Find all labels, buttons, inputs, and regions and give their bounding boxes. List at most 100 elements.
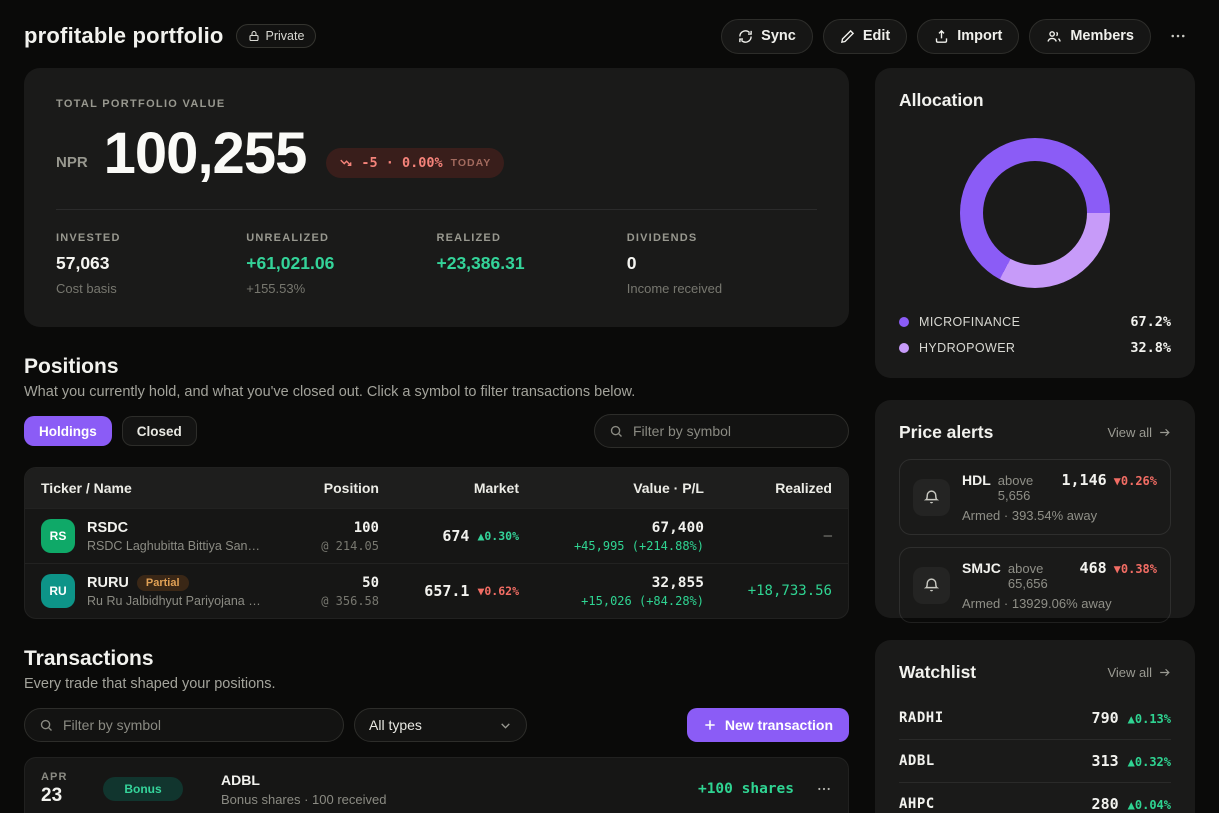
alert-ticker: HDL: [962, 472, 991, 488]
price-alert-hdl[interactable]: HDL above 5,656 1,146 ▼0.26% Armed · 393…: [899, 459, 1171, 535]
transaction-ticker: ADBL: [221, 772, 698, 788]
import-button[interactable]: Import: [917, 19, 1019, 54]
stat-invested: INVESTED 57,063 Cost basis: [56, 232, 246, 296]
new-transaction-button[interactable]: New transaction: [687, 708, 849, 742]
price-alerts-view-all[interactable]: View all: [1107, 425, 1171, 440]
edit-button[interactable]: Edit: [823, 19, 907, 54]
ellipsis-icon: [1169, 27, 1187, 45]
watch-ticker: ADBL: [899, 753, 935, 769]
price-alerts-title: Price alerts: [899, 422, 993, 443]
alert-price: 1,146: [1061, 471, 1106, 489]
tab-holdings[interactable]: Holdings: [24, 416, 112, 446]
stat-value: 57,063: [56, 253, 246, 274]
hero-divider: [56, 209, 817, 210]
summary-stats: INVESTED 57,063 Cost basis UNREALIZED +6…: [56, 232, 817, 296]
positions-table: Ticker / Name Position Market Value · P/…: [24, 467, 849, 619]
transactions-title: Transactions: [24, 647, 849, 671]
position-qty: 100: [274, 520, 379, 536]
members-label: Members: [1070, 28, 1134, 44]
right-sidebar: Allocation MICROFINANCE 67.2% HYDROPOWER…: [875, 68, 1195, 813]
price-alert-smjc[interactable]: SMJC above 65,656 468 ▼0.38% Armed · 139…: [899, 547, 1171, 623]
portfolio-page: profitable portfolio Private Sync Edit: [0, 0, 1219, 813]
more-menu-button[interactable]: [1161, 27, 1195, 45]
tab-closed[interactable]: Closed: [122, 416, 197, 446]
alert-condition: above 5,656: [998, 473, 1055, 503]
chevron-down-icon: [499, 719, 512, 732]
sync-icon: [738, 29, 753, 44]
ticker-symbol[interactable]: RSDC: [87, 520, 128, 536]
arrow-right-icon: [1158, 426, 1171, 439]
ellipsis-icon: [816, 781, 832, 797]
market-change: ▲0.30%: [477, 529, 519, 543]
watchlist-row-radhi[interactable]: RADHI 790 ▲0.13%: [899, 697, 1171, 739]
watch-ticker: AHPC: [899, 796, 935, 812]
ticker-avatar: RU: [41, 574, 75, 608]
view-all-label: View all: [1107, 425, 1152, 440]
market-price: 674: [442, 527, 469, 545]
col-value-pl: Value · P/L: [529, 480, 704, 496]
plus-icon: [703, 718, 717, 732]
legend-label: MICROFINANCE: [919, 315, 1020, 329]
edit-label: Edit: [863, 28, 890, 44]
watch-change: ▲0.04%: [1128, 798, 1171, 812]
type-filter-select[interactable]: All types: [354, 708, 527, 742]
transaction-amount: +100 shares: [698, 781, 794, 797]
watchlist-row-adbl[interactable]: ADBL 313 ▲0.32%: [899, 739, 1171, 782]
watch-change: ▲0.13%: [1128, 712, 1171, 726]
main-column: TOTAL PORTFOLIO VALUE NPR 100,255 -5 · 0…: [24, 68, 849, 813]
sync-label: Sync: [761, 28, 796, 44]
positions-subtitle: What you currently hold, and what you've…: [24, 384, 849, 400]
portfolio-summary-card: TOTAL PORTFOLIO VALUE NPR 100,255 -5 · 0…: [24, 68, 849, 327]
position-row-rsdc[interactable]: RS RSDC RSDC Laghubitta Bittiya Sanstha …: [25, 508, 848, 563]
trend-down-icon: [339, 157, 353, 169]
stat-value: +23,386.31: [437, 253, 627, 274]
alert-change: ▼0.26%: [1114, 474, 1157, 488]
transaction-row[interactable]: APR 23 Bonus ADBL Bonus shares · 100 rec…: [25, 758, 848, 813]
watch-price: 790: [1092, 709, 1119, 727]
position-value: 67,400: [529, 520, 704, 536]
stat-label: INVESTED: [56, 232, 246, 244]
transactions-section-header: Transactions Every trade that shaped you…: [24, 647, 849, 692]
positions-title: Positions: [24, 355, 849, 379]
alert-ticker: SMJC: [962, 560, 1001, 576]
arrow-right-icon: [1158, 666, 1171, 679]
transaction-menu-button[interactable]: [816, 781, 832, 797]
positions-controls: Holdings Closed: [24, 414, 849, 448]
stat-value: 0: [627, 253, 817, 274]
watchlist-view-all[interactable]: View all: [1107, 665, 1171, 680]
top-bar: profitable portfolio Private Sync Edit: [24, 0, 1195, 68]
new-transaction-label: New transaction: [725, 717, 833, 733]
transaction-info: ADBL Bonus shares · 100 received: [221, 772, 698, 807]
ticker-avatar: RS: [41, 519, 75, 553]
position-pl: +45,995 (+214.88%): [529, 539, 704, 553]
ticker-symbol[interactable]: RURU: [87, 575, 129, 591]
stat-label: REALIZED: [437, 232, 627, 244]
stat-realized: REALIZED +23,386.31: [437, 232, 627, 296]
view-all-label: View all: [1107, 665, 1152, 680]
legend-value: 67.2%: [1130, 314, 1171, 330]
sync-button[interactable]: Sync: [721, 19, 813, 54]
position-row-ruru[interactable]: RU RURU Partial Ru Ru Jalbidhyut Pariyoj…: [25, 563, 848, 618]
stat-label: DIVIDENDS: [627, 232, 817, 244]
transactions-controls: All types New transaction: [24, 708, 849, 742]
position-value: 32,855: [529, 575, 704, 591]
legend-dot: [899, 317, 909, 327]
search-icon: [39, 718, 54, 733]
legend-item-hydropower: HYDROPOWER 32.8%: [899, 340, 1171, 356]
transactions-filter: [24, 708, 344, 742]
stat-sub: Income received: [627, 281, 817, 296]
transactions-filter-input[interactable]: [63, 717, 329, 733]
watchlist-row-ahpc[interactable]: AHPC 280 ▲0.04%: [899, 782, 1171, 813]
positions-filter-input[interactable]: [633, 423, 834, 439]
transaction-month: APR: [41, 771, 103, 783]
daily-change-value: -5 · 0.00%: [361, 155, 442, 171]
watch-price: 313: [1092, 752, 1119, 770]
watchlist-card: Watchlist View all RADHI 790 ▲0.13%: [875, 640, 1195, 813]
legend-dot: [899, 343, 909, 353]
legend-label: HYDROPOWER: [919, 341, 1015, 355]
legend-item-microfinance: MICROFINANCE 67.2%: [899, 314, 1171, 330]
upload-icon: [934, 29, 949, 44]
stat-dividends: DIVIDENDS 0 Income received: [627, 232, 817, 296]
members-button[interactable]: Members: [1029, 19, 1151, 54]
watch-ticker: RADHI: [899, 710, 944, 726]
